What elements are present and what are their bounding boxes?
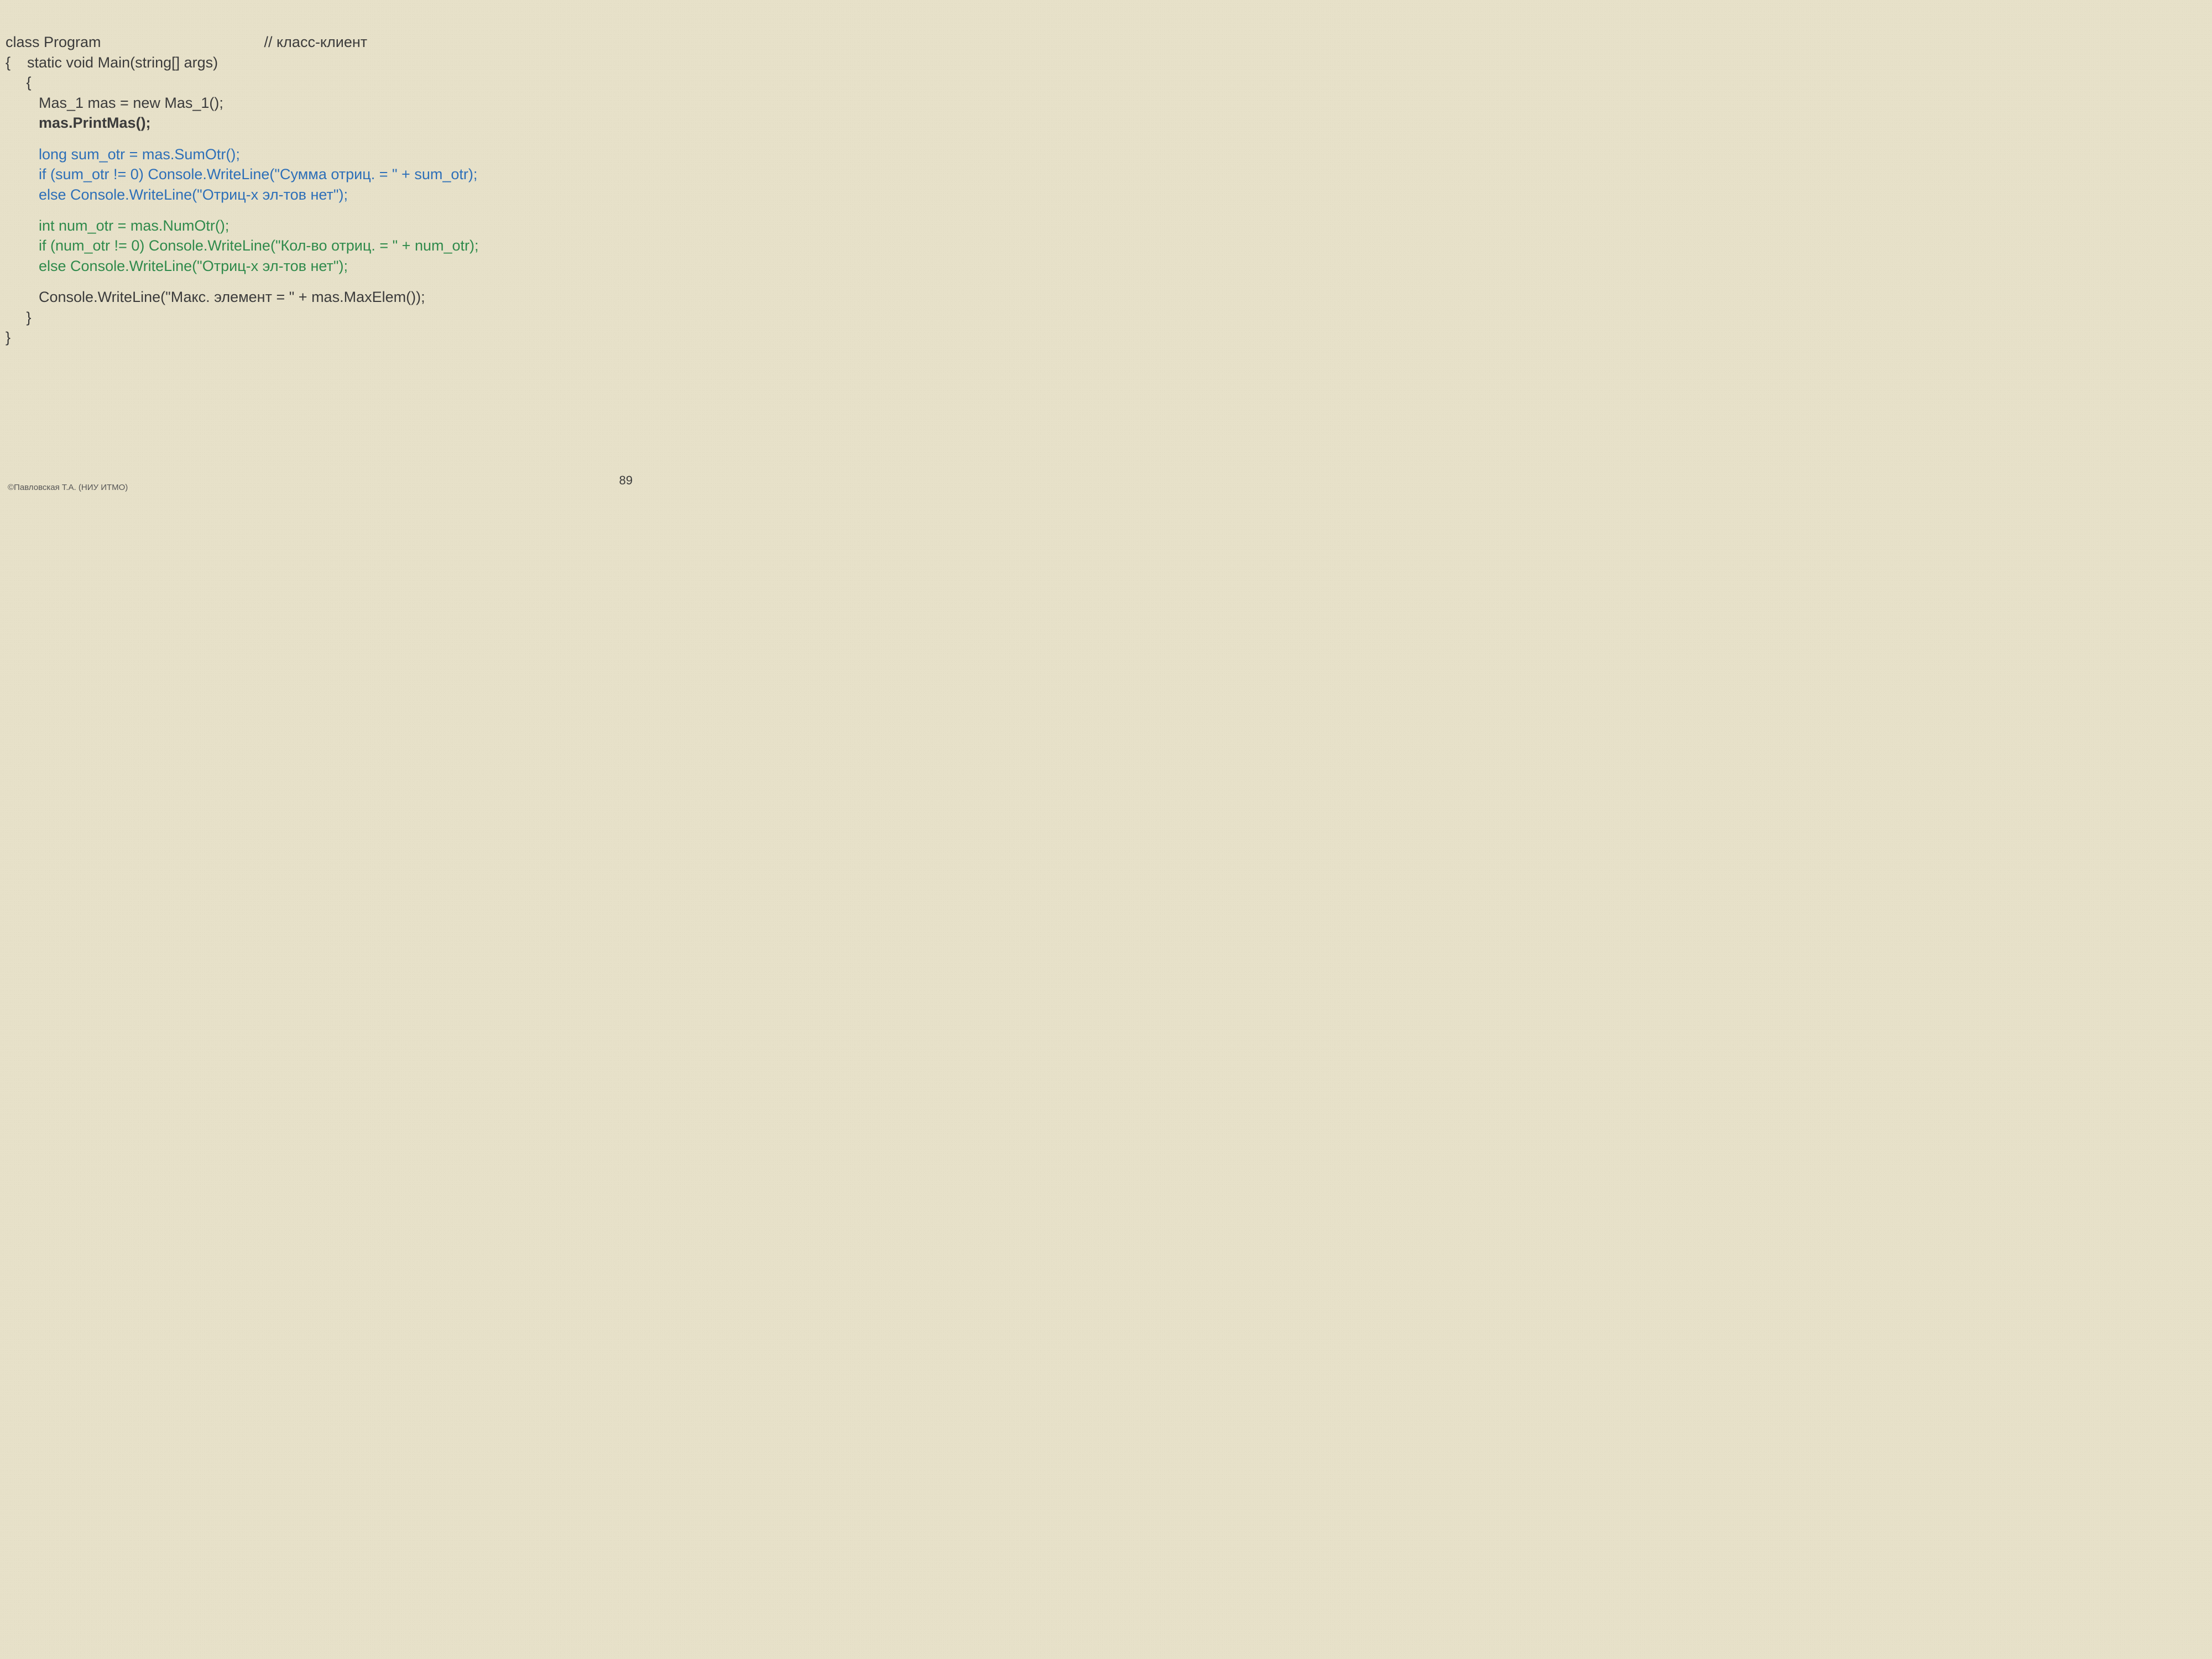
line-2: { static void Main(string[] args)	[6, 54, 218, 71]
gap-1	[6, 133, 658, 144]
line-13: }	[6, 309, 32, 326]
gap-2	[6, 205, 658, 216]
footer-copyright: ©Павловская Т.А. (НИУ ИТМО)	[8, 483, 128, 492]
line-7: if (sum_otr != 0) Console.WriteLine("Сум…	[6, 166, 477, 182]
line-3: {	[6, 74, 32, 91]
slide: class Program // класс-клиент { static vo…	[0, 0, 664, 498]
line-5: mas.PrintMas();	[6, 114, 151, 131]
line-6: long sum_otr = mas.SumOtr();	[6, 146, 240, 163]
line-4: Mas_1 mas = new Mas_1();	[6, 95, 223, 111]
line-8: else Console.WriteLine("Отриц-х эл-тов н…	[6, 186, 348, 203]
line-1a: class Program	[6, 34, 101, 50]
line-12: Console.WriteLine("Макс. элемент = " + m…	[6, 289, 425, 305]
line-10: if (num_otr != 0) Console.WriteLine("Кол…	[6, 237, 479, 254]
line-9: int num_otr = mas.NumOtr();	[6, 217, 229, 234]
line-14: }	[6, 329, 11, 346]
gap-3	[6, 276, 658, 287]
line-11: else Console.WriteLine("Отриц-х эл-тов н…	[6, 258, 348, 274]
line-1-comment: // класс-клиент	[264, 34, 368, 50]
page-number: 89	[619, 473, 633, 488]
code-block: class Program // класс-клиент { static vo…	[6, 12, 658, 368]
